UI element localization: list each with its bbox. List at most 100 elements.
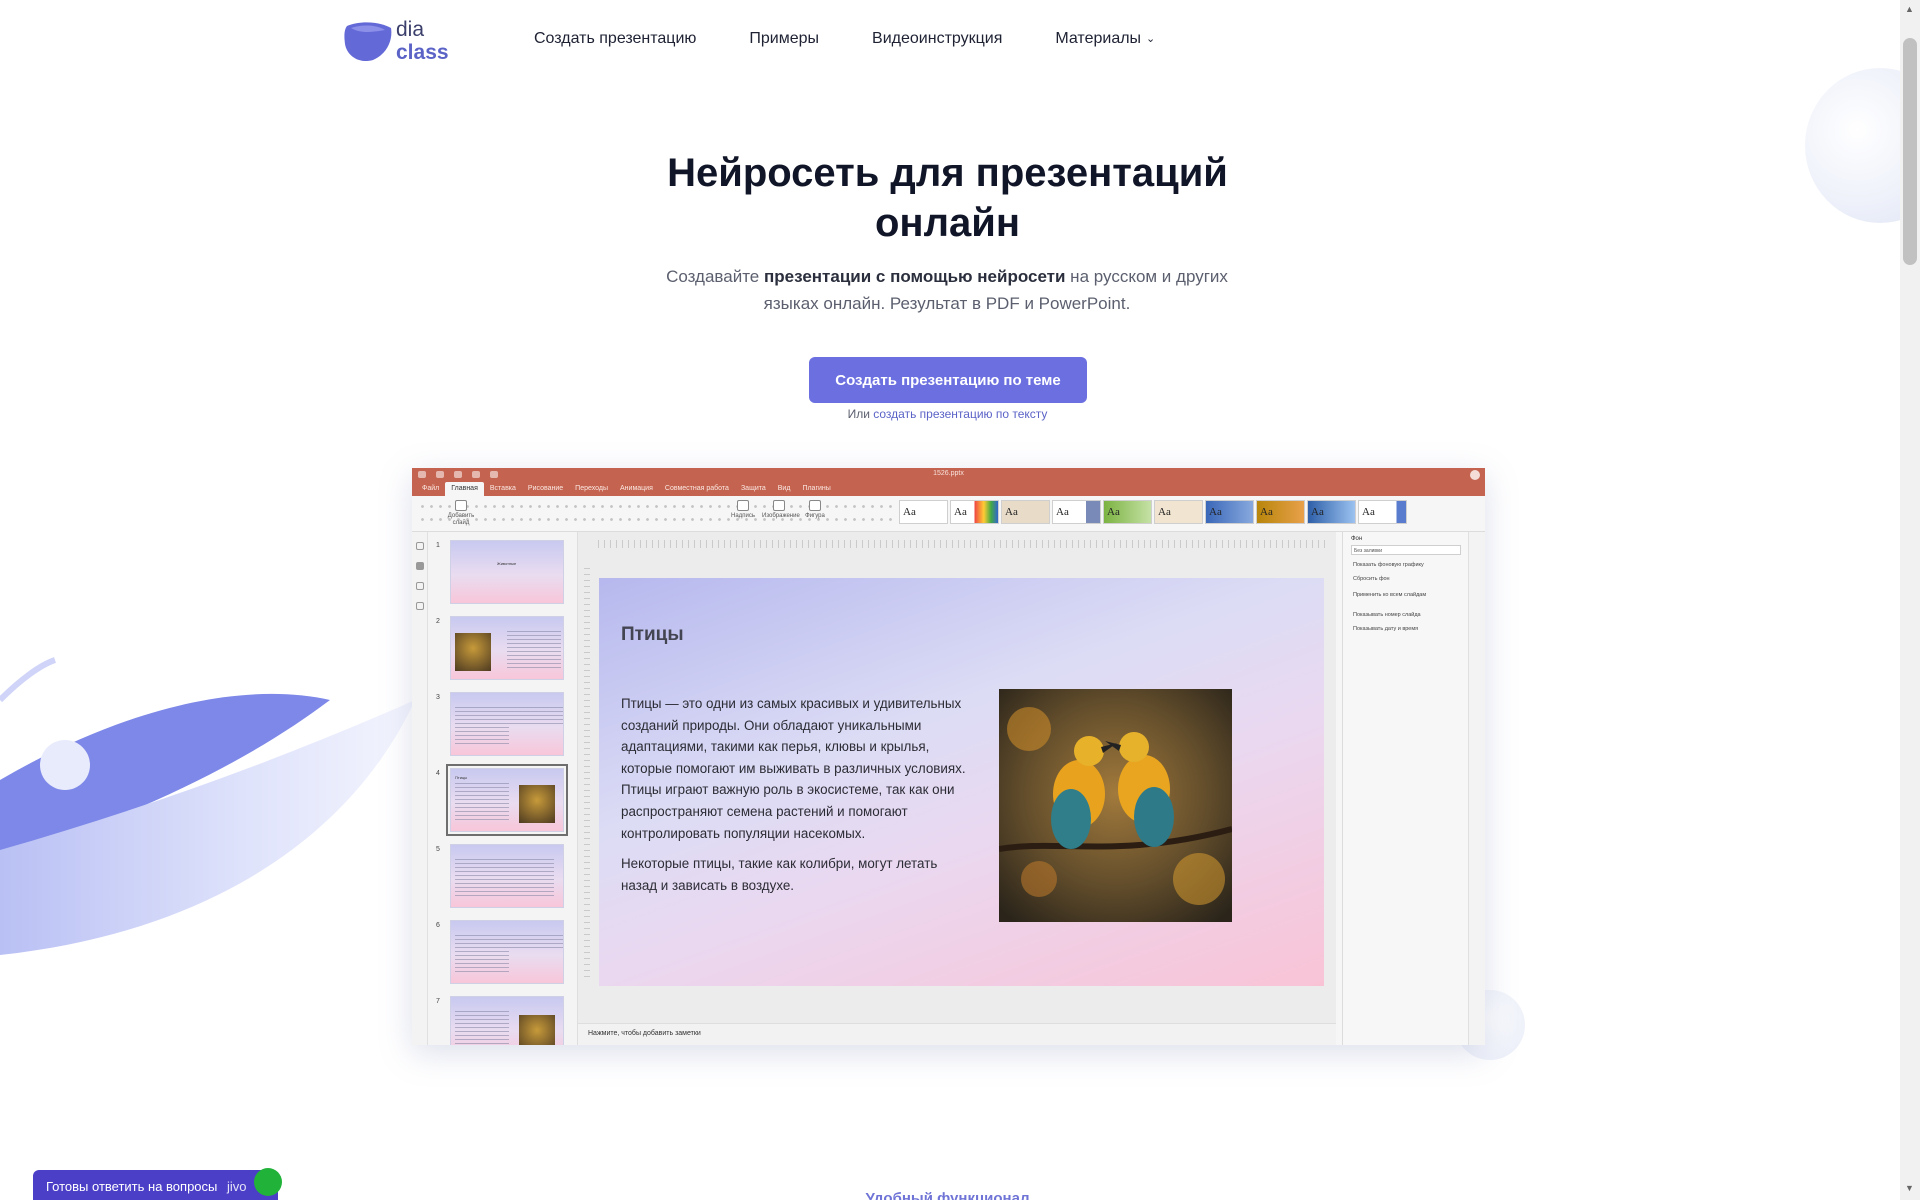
menu-draw: Рисование [527, 485, 564, 492]
page-scrollbar[interactable]: ▲ ▼ [1900, 0, 1920, 1200]
slide-number: 1 [436, 542, 440, 549]
slide-thumbnail [450, 844, 564, 908]
current-slide: Птицы Птицы — это одни из самых красивых… [599, 578, 1324, 986]
slide-thumbnail [450, 616, 564, 680]
menu-file: Файл [422, 485, 440, 492]
theme-gallery: Aa Aa Aa Aa Aa Aa Aa Aa Aa Aa [899, 500, 1407, 524]
slide-number: 7 [436, 998, 440, 1005]
menu-insert: Вставка [489, 485, 516, 492]
image-tool-label: Изображение [762, 513, 800, 519]
nav-video-guide[interactable]: Видеоинструкция [872, 30, 1002, 48]
slide-number: 3 [436, 694, 440, 701]
editor-titlebar: 1526.pptx [412, 468, 1485, 482]
option-show-date: Показывать дату и время [1353, 626, 1419, 632]
alt-create-line: Или создать презентацию по тексту [0, 407, 1895, 421]
slide-number: 4 [436, 770, 440, 777]
slide-number: 6 [436, 922, 440, 929]
editor-menubar: Файл Главная Вставка Рисование Переходы … [412, 482, 1485, 496]
notes-placeholder: Нажмите, чтобы добавить заметки [588, 1030, 701, 1037]
chat-icon [416, 602, 424, 610]
slides-icon [416, 562, 424, 570]
alt-create-prefix: Или [847, 407, 874, 421]
nav-materials-label: Материалы [1055, 30, 1142, 47]
editor-file-name: 1526.pptx [933, 470, 964, 477]
option-reset-bg: Сбросить фон [1353, 576, 1390, 582]
comments-icon [416, 582, 424, 590]
birds-image [999, 689, 1232, 922]
menu-plugins: Плагины [802, 485, 831, 492]
option-show-bg-graphics: Показать фоновую графику [1353, 562, 1424, 568]
add-slide-tool: Добавить слайд [444, 500, 478, 527]
nav-create-presentation[interactable]: Создать презентацию [534, 30, 696, 48]
option-show-slide-number: Показывать номер слайда [1353, 612, 1421, 618]
hero-subtitle-pre: Создавайте [666, 267, 764, 286]
chat-widget-label: Готовы ответить на вопросы [46, 1179, 218, 1194]
slide-thumbnail: Животные [450, 540, 564, 604]
menu-animation: Анимация [620, 485, 653, 492]
hero-subtitle-bold: презентации с помощью нейросети [763, 267, 1066, 286]
create-by-topic-button[interactable]: Создать презентацию по теме [809, 357, 1087, 403]
help-icon [1470, 470, 1480, 480]
theme-2: Aa [950, 500, 999, 524]
shape-tool-label: Фигура [805, 513, 825, 519]
page-title-line2: онлайн [875, 201, 1020, 245]
editor-preview: 1526.pptx Файл Главная Вставка Рисование… [412, 468, 1485, 1045]
background-fill-select: Без заливки [1351, 545, 1461, 555]
search-icon [416, 542, 424, 550]
thumbnail-title: Животные [497, 561, 517, 566]
create-from-text-link[interactable]: создать презентацию по тексту [873, 407, 1047, 421]
theme-8: Aa [1256, 500, 1305, 524]
theme-3: Aa [1001, 500, 1050, 524]
page-title: Нейросеть для презентаций онлайн [0, 148, 1895, 248]
theme-7: Aa [1205, 500, 1254, 524]
slide-number: 2 [436, 618, 440, 625]
theme-10: Aa [1358, 500, 1407, 524]
slide-number: 5 [436, 846, 440, 853]
theme-9: Aa [1307, 500, 1356, 524]
menu-home: Главная [445, 482, 484, 496]
slide-thumbnails: 1 Животные 2 3 4 Птицы 5 6 7 [428, 532, 578, 1045]
slide-thumbnail-selected: Птицы [446, 764, 568, 836]
logo[interactable]: dia class [343, 18, 453, 66]
text-tool: Надпись [726, 500, 760, 520]
editor-right-rail [1468, 532, 1485, 1045]
nav-examples[interactable]: Примеры [749, 30, 819, 48]
main-nav: Создать презентацию Примеры Видеоинструк… [534, 30, 1208, 48]
logo-text-dia: dia [396, 18, 425, 41]
nav-materials[interactable]: Материалы ⌄ [1055, 30, 1155, 48]
properties-heading: Фон [1351, 536, 1363, 542]
menu-transitions: Переходы [575, 485, 609, 492]
editor-left-rail [412, 532, 428, 1045]
ruler-horizontal [598, 540, 1328, 548]
theme-5: Aa [1103, 500, 1152, 524]
slide-body: Птицы — это одни из самых красивых и уди… [621, 693, 967, 896]
menu-collaboration: Совместная работа [664, 485, 729, 492]
theme-4: Aa [1052, 500, 1101, 524]
image-tool: Изображение [762, 500, 800, 520]
hero-subtitle: Создавайте презентации с помощью нейросе… [647, 263, 1247, 317]
slide-thumbnail [450, 996, 564, 1045]
ruler-vertical [584, 568, 590, 978]
thumbnail-title: Птицы [455, 775, 468, 780]
logo-text-class: class [396, 41, 449, 64]
editor-toolbar: Добавить слайд Надпись Изображение Фигур… [412, 496, 1485, 532]
slide-paragraph-1: Птицы — это одни из самых красивых и уди… [621, 696, 966, 841]
slide-thumbnail [450, 920, 564, 984]
scrollbar-thumb[interactable] [1903, 38, 1917, 265]
chat-status-icon [254, 1168, 282, 1196]
slide-title: Птицы [621, 624, 684, 645]
scroll-up-icon[interactable]: ▲ [1905, 4, 1914, 14]
logo-mark-icon [344, 22, 392, 62]
scroll-down-icon[interactable]: ▼ [1905, 1183, 1914, 1193]
text-tool-label: Надпись [731, 513, 755, 519]
slide-paragraph-2: Некоторые птицы, такие как колибри, могу… [621, 856, 938, 893]
menu-protection: Защита [740, 485, 766, 492]
site-header: dia class Создать презентацию Примеры Ви… [0, 0, 1900, 80]
features-section-heading: Удобный функционал [865, 1190, 1030, 1200]
decorative-wave [0, 657, 415, 955]
chat-widget[interactable]: Готовы ответить на вопросы jivo [33, 1170, 278, 1200]
theme-1: Aa [899, 500, 948, 524]
properties-panel: Фон Без заливки Показать фоновую графику… [1342, 532, 1468, 1045]
menu-view: Вид [777, 485, 791, 492]
page-title-line1: Нейросеть для презентаций [667, 151, 1228, 195]
